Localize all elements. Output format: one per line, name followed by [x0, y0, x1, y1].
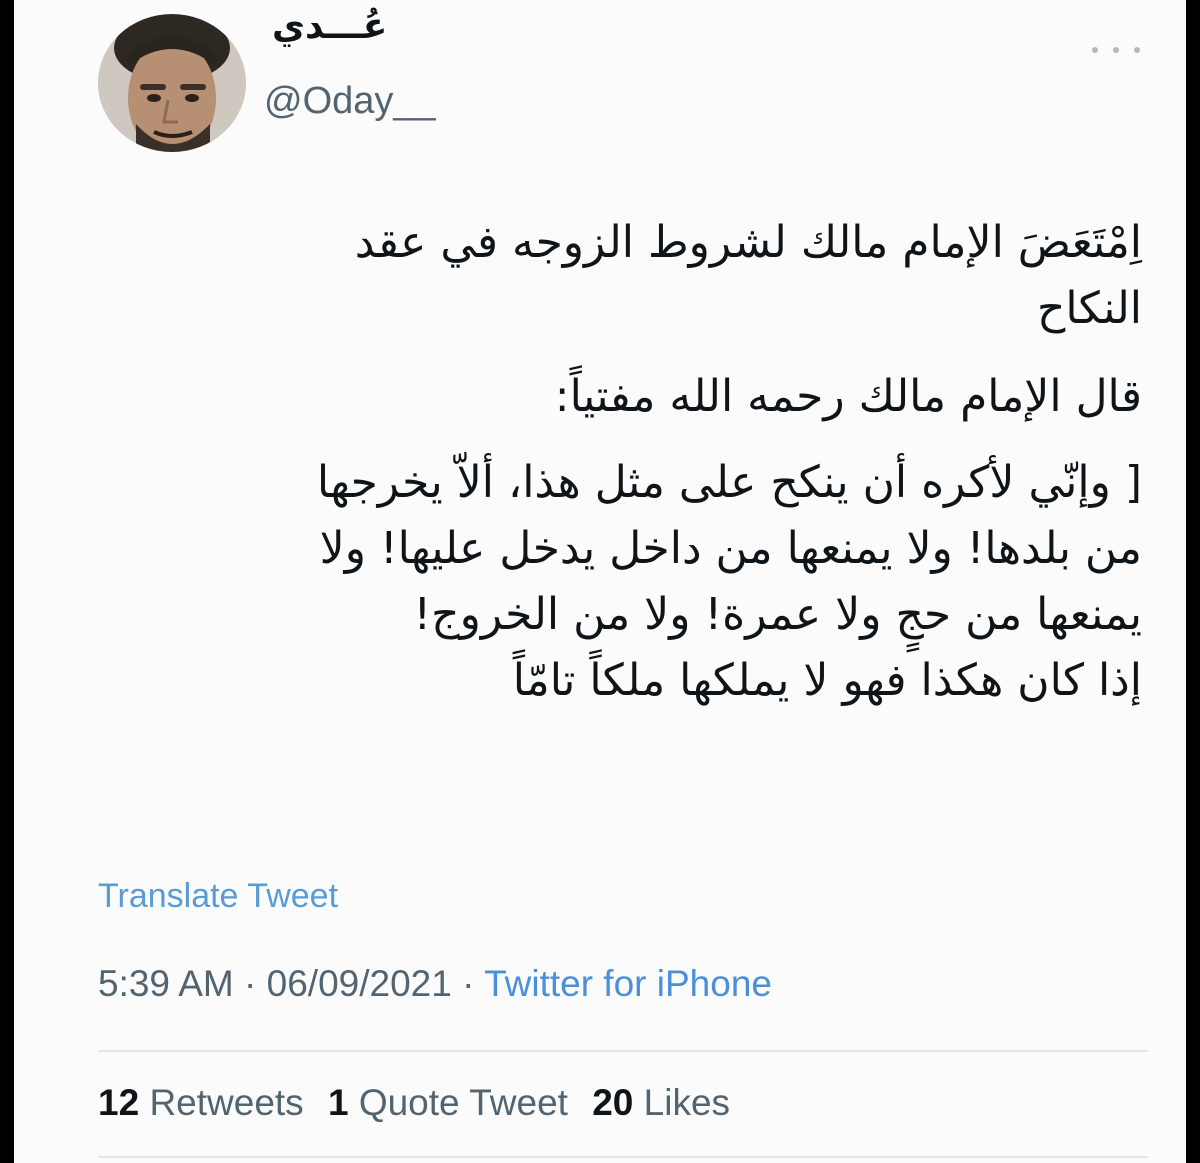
retweets-label: Retweets [149, 1082, 304, 1123]
tweet-stats: 12 Retweets 1 Quote Tweet 20 Likes [98, 1082, 744, 1124]
dot [1134, 47, 1140, 53]
quotes-label: Quote Tweet [358, 1082, 568, 1123]
tweet-source-link[interactable]: Twitter for iPhone [484, 963, 772, 1004]
likes-stat[interactable]: 20 Likes [592, 1082, 730, 1123]
quotes-count: 1 [327, 1082, 349, 1123]
tweet-line: قال الإمام مالك رحمه الله مفتياً: [554, 371, 1142, 422]
tweet-line: [ وإنّي لأكره أن ينكح على مثل هذا، ألاّ … [316, 457, 1142, 508]
tweet-text: اِمْتَعَضَ الإمام مالك لشروط الزوجه في ع… [84, 210, 1142, 714]
likes-count: 20 [592, 1082, 634, 1123]
meta-separator: · [451, 963, 485, 1004]
avatar[interactable] [98, 14, 246, 152]
tweet-line: إذا كان هكذا فهو لا يملكها ملكاً تامّاً [512, 655, 1142, 706]
translate-tweet-link[interactable]: Translate Tweet [98, 877, 338, 916]
likes-label: Likes [643, 1082, 731, 1123]
author-display-name[interactable]: عُـــدي [272, 6, 387, 47]
retweets-stat[interactable]: 12 Retweets [98, 1082, 304, 1123]
tweet-line: اِمْتَعَضَ الإمام مالك لشروط الزوجه في ع… [354, 217, 1142, 268]
retweets-count: 12 [98, 1082, 140, 1123]
tweet-card: عُـــدي @Oday__ اِمْتَعَضَ الإمام مالك ل… [14, 0, 1186, 1163]
meta-separator: · [233, 963, 267, 1004]
tweet-meta: 5:39 AM · 06/09/2021 · Twitter for iPhon… [98, 963, 772, 1005]
tweet-line: النكاح [1036, 283, 1142, 334]
author-handle[interactable]: @Oday__ [264, 80, 436, 123]
avatar-image [98, 14, 246, 152]
quote-tweets-stat[interactable]: 1 Quote Tweet [328, 1082, 568, 1123]
divider [98, 1156, 1148, 1158]
dot [1092, 47, 1098, 53]
dot [1113, 47, 1119, 53]
more-horizontal-icon[interactable] [1092, 40, 1140, 60]
tweet-line: من بلدها! ولا يمنعها من داخل يدخل عليها!… [319, 523, 1142, 574]
tweet-line: يمنعها من حجٍ ولا عمرة! ولا من الخروج! [413, 589, 1142, 640]
tweet-date[interactable]: 06/09/2021 [267, 963, 452, 1004]
tweet-time[interactable]: 5:39 AM [98, 963, 234, 1004]
divider [98, 1050, 1148, 1052]
